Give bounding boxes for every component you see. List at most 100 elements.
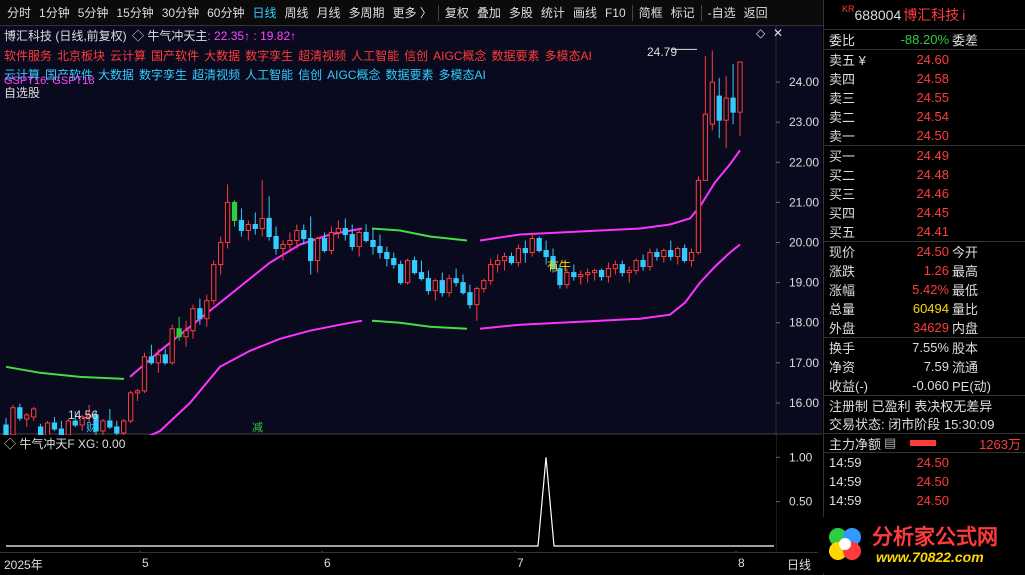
zhuli-label: 主力净额 <box>829 436 882 452</box>
candle-body <box>141 356 148 392</box>
concept-cyan-4[interactable]: 超清视频 <box>192 68 240 82</box>
stat-row-4-value: 34629 <box>912 320 949 335</box>
concept-red-11[interactable]: 多模态AI <box>545 49 592 63</box>
toolbar-item-14[interactable]: 统计 <box>537 1 569 25</box>
high-price-label: 24.79 <box>647 45 678 59</box>
period-label[interactable]: 日线 <box>787 556 811 573</box>
concept-red-1[interactable]: 北京板块 <box>57 49 105 63</box>
candle-body <box>176 328 182 338</box>
candle-body <box>51 422 58 430</box>
concept-red-5[interactable]: 数字孪生 <box>245 49 293 63</box>
candle-body <box>404 260 411 284</box>
stat2-row-0-label: 换手 <box>829 341 856 356</box>
concept-cyan-2[interactable]: 大数据 <box>98 68 134 82</box>
stock-name: 博汇科技 <box>903 6 960 23</box>
candle-body <box>675 248 681 258</box>
concept-cyan-9[interactable]: 多模态AI <box>438 68 485 82</box>
close-icon[interactable]: ✕ <box>773 26 783 40</box>
tick-list: 14:59 24.50 14:59 24.50 14:59 24.50 <box>824 452 1025 510</box>
toolbar-item-6[interactable]: 日线 <box>248 1 280 25</box>
candle-body <box>155 354 161 364</box>
buy-row-0-value: 24.49 <box>916 148 949 163</box>
concept-red-7[interactable]: 人工智能 <box>351 49 399 63</box>
stat2-row-1: 净资 7.59 流通 <box>824 357 1025 376</box>
concept-red-6[interactable]: 超清视频 <box>298 49 346 63</box>
concept-cyan-8[interactable]: 数据要素 <box>385 68 433 82</box>
candle-body <box>204 300 210 320</box>
toolbar-item-1[interactable]: 1分钟 <box>35 1 74 25</box>
candle-body <box>411 260 418 274</box>
buy-row-2-value: 24.46 <box>916 186 949 201</box>
candle-body <box>647 252 653 268</box>
toolbar-item-12[interactable]: 叠加 <box>473 1 505 25</box>
concept-cyan-3[interactable]: 数字孪生 <box>139 68 187 82</box>
toolbar-item-4[interactable]: 30分钟 <box>158 1 203 25</box>
stat-row-0-label: 现价 <box>829 245 856 260</box>
concept-red-0[interactable]: 软件服务 <box>4 49 52 63</box>
marker-jian[interactable]: 减 <box>252 419 263 435</box>
tick-row-2: 14:59 24.50 <box>824 491 1025 510</box>
marker-cai[interactable]: 财 <box>86 419 97 435</box>
indicator-value-2: : 19.82↑ <box>253 29 297 43</box>
concept-cyan-5[interactable]: 人工智能 <box>245 68 293 82</box>
concept-cyan-7[interactable]: AIGC概念 <box>327 68 380 82</box>
stat-row-1-label2: 最高 <box>952 264 979 279</box>
price-tick-label: 22.00 <box>789 155 819 169</box>
concept-cyan-6[interactable]: 信创 <box>298 68 322 82</box>
stat-row-4: 外盘 34629 内盘 <box>824 318 1025 337</box>
price-tick-label: 19.00 <box>789 276 819 290</box>
sell-row-1: 卖四 24.58 <box>824 69 1025 88</box>
toolbar-item-7[interactable]: 周线 <box>280 1 312 25</box>
candle-body <box>488 264 494 282</box>
quote-panel: KR 688004 博汇科技 i 委比 -88.20% 委差 卖五 ¥ 24.60… <box>818 0 1025 575</box>
toolbar-item-11[interactable]: 复权 <box>441 1 473 25</box>
candle-body <box>709 81 715 125</box>
toolbar-item-16[interactable]: F10 <box>601 1 630 25</box>
diamond-icon[interactable]: ◇ <box>756 26 765 40</box>
stat2-row-2-label2: PE(动) <box>952 379 992 394</box>
stat-row-4-label: 外盘 <box>829 321 856 336</box>
toolbar-item-20[interactable]: 返回 <box>740 1 772 25</box>
candlestick-chart[interactable]: 24.00 23.00 22.00 21.00 20.00 19.00 18.00 17.00… <box>0 26 822 570</box>
tick-row-0: 14:59 24.50 <box>824 453 1025 472</box>
candle-body <box>301 229 307 240</box>
buy-row-2-label: 买三 <box>829 187 856 202</box>
concept-red-9[interactable]: AIGC概念 <box>433 49 486 63</box>
sell-row-4-label: 卖一 <box>829 129 856 144</box>
concept-red-8[interactable]: 信创 <box>404 49 428 63</box>
concept-red-3[interactable]: 国产软件 <box>151 49 199 63</box>
stat-row-1: 涨跌 1.26 最高 <box>824 261 1025 280</box>
stat-row-1-value: 1.26 <box>923 263 949 278</box>
concept-red-2[interactable]: 云计算 <box>110 49 146 63</box>
zhuli-value: 1263万 <box>979 436 1021 452</box>
toolbar-item-2[interactable]: 5分钟 <box>74 1 113 25</box>
candle-body <box>439 280 445 294</box>
candle-body <box>453 278 459 284</box>
status-row: 交易状态: 闭市阶段 15:30:09 <box>829 417 995 432</box>
info-icon[interactable]: i <box>962 7 965 23</box>
chart-area[interactable]: 24.00 23.00 22.00 21.00 20.00 19.00 18.00 17.00… <box>0 26 822 570</box>
candle-body <box>612 264 619 270</box>
toolbar-item-18[interactable]: 标记 <box>667 1 699 25</box>
candle-body <box>515 248 522 264</box>
toolbar-item-8[interactable]: 月线 <box>313 1 345 25</box>
toolbar-separator <box>700 4 702 21</box>
candle-body <box>114 426 120 434</box>
toolbar-item-0[interactable]: 分时 <box>3 1 35 25</box>
toolbar-item-10[interactable]: 更多 〉 <box>389 1 436 25</box>
toolbar-item-17[interactable]: 简框 <box>635 1 667 25</box>
toolbar-item-5[interactable]: 60分钟 <box>203 1 248 25</box>
toolbar-separator <box>631 4 633 21</box>
toolbar-item-3[interactable]: 15分钟 <box>112 1 157 25</box>
candle-body <box>467 292 473 306</box>
zhuli-icon[interactable]: ▤ <box>884 435 896 451</box>
toolbar-item-13[interactable]: 多股 <box>505 1 537 25</box>
candle-body <box>564 272 570 286</box>
toolbar-item-15[interactable]: 画线 <box>569 1 601 25</box>
toolbar-item-19[interactable]: -自选 <box>704 1 740 25</box>
toolbar-item-9[interactable]: 多周期 <box>345 1 389 25</box>
x-label-month-8: 8 <box>738 556 745 570</box>
concept-red-4[interactable]: 大数据 <box>204 49 240 63</box>
candle-body <box>661 250 667 258</box>
concept-red-10[interactable]: 数据要素 <box>491 49 539 63</box>
